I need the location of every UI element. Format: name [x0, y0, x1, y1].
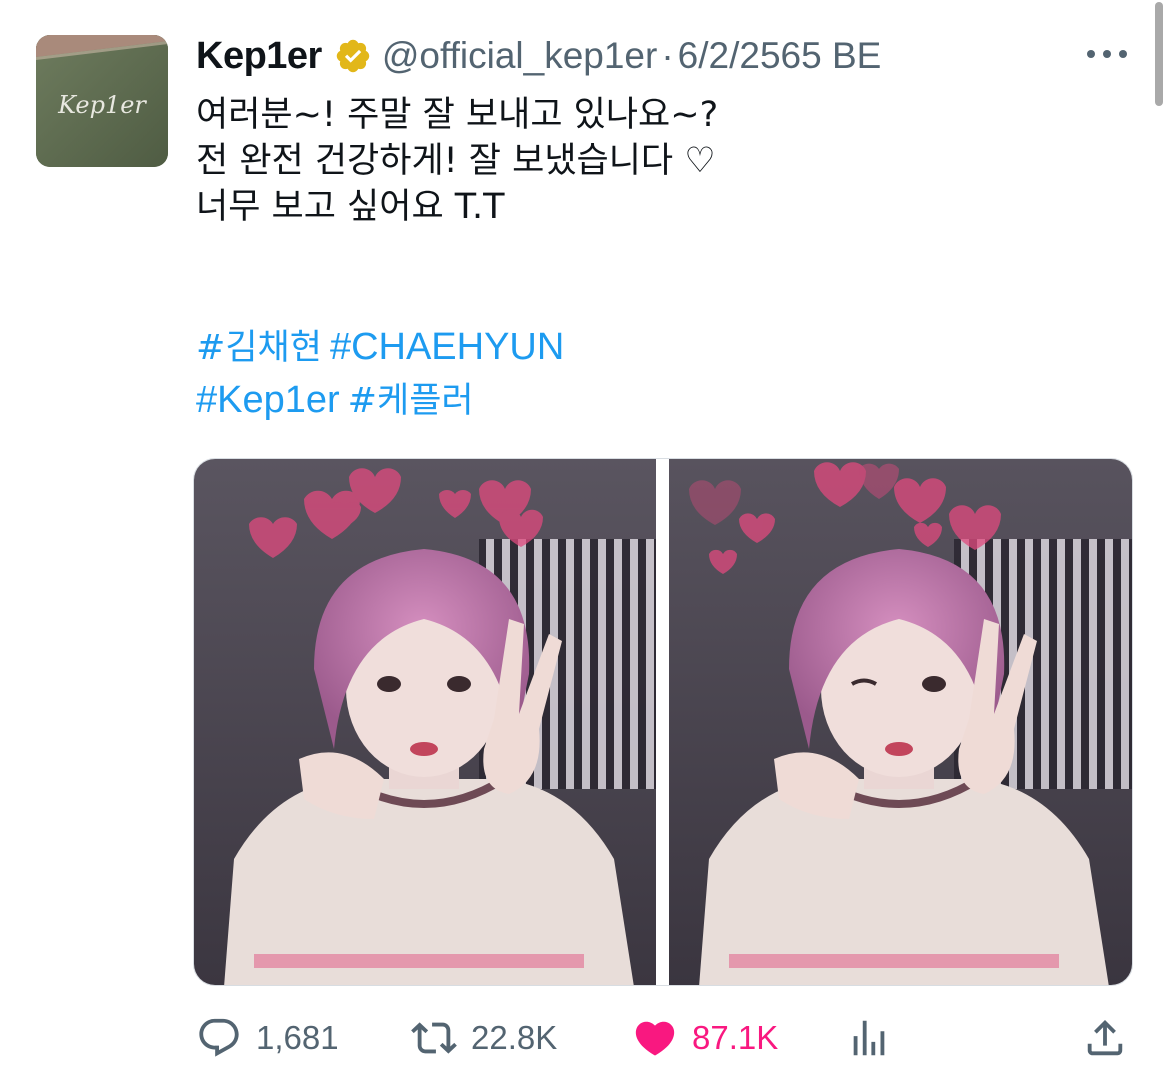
photo-1[interactable] — [194, 459, 656, 985]
tweet-text-line: 여러분~! 주말 잘 보내고 있나요~? — [196, 95, 719, 135]
hashtag-link[interactable]: #케플러 — [348, 381, 474, 421]
tweet-date[interactable]: 6/2/2565 BE — [678, 35, 882, 77]
retweet-icon — [411, 1015, 457, 1061]
tweet-header: Kep1er @official_kep1er · 6/2/2565 BE — [196, 30, 881, 82]
heart-icon — [632, 1015, 678, 1061]
tweet[interactable]: Kep1er Kep1er @official_kep1er · 6/2/256… — [0, 0, 1169, 1090]
action-bar: 1,681 22.8K 87.1K — [196, 1008, 1136, 1068]
hashtag-link[interactable]: #CHAEHYUN — [330, 326, 564, 368]
avatar[interactable]: Kep1er — [36, 35, 168, 167]
views-button[interactable] — [846, 1008, 892, 1068]
photo-2[interactable] — [669, 459, 1132, 985]
avatar-logo-text: Kep1er — [57, 91, 147, 119]
tweet-text-line: 전 완전 건강하게! 잘 보냈습니다 ♡ — [196, 141, 716, 181]
retweet-count: 22.8K — [471, 1019, 558, 1056]
views-icon — [846, 1015, 892, 1061]
hashtags: #김채현 #CHAEHYUN #Kep1er #케플러 — [196, 321, 572, 427]
hashtag-link[interactable]: #김채현 — [196, 328, 322, 368]
retweet-button[interactable]: 22.8K — [411, 1008, 557, 1068]
hashtag-link[interactable]: #Kep1er — [196, 379, 340, 421]
tweet-text-line: 너무 보고 싶어요 T.T — [196, 187, 505, 227]
reply-icon — [196, 1015, 242, 1061]
like-count: 87.1K — [692, 1019, 779, 1056]
share-icon — [1082, 1015, 1128, 1061]
media-grid — [193, 458, 1133, 986]
more-icon[interactable] — [1087, 44, 1127, 64]
verified-badge-icon[interactable] — [334, 37, 372, 75]
tweet-text: 여러분~! 주말 잘 보내고 있나요~? 전 완전 건강하게! 잘 보냈습니다 … — [196, 92, 718, 230]
reply-button[interactable]: 1,681 — [196, 1008, 339, 1068]
display-name[interactable]: Kep1er — [196, 35, 322, 78]
reply-count: 1,681 — [256, 1019, 339, 1056]
like-button[interactable]: 87.1K — [632, 1008, 778, 1068]
separator: · — [661, 35, 674, 76]
scrollbar[interactable] — [1155, 2, 1163, 106]
share-button[interactable] — [1082, 1008, 1128, 1068]
handle[interactable]: @official_kep1er — [382, 35, 657, 77]
